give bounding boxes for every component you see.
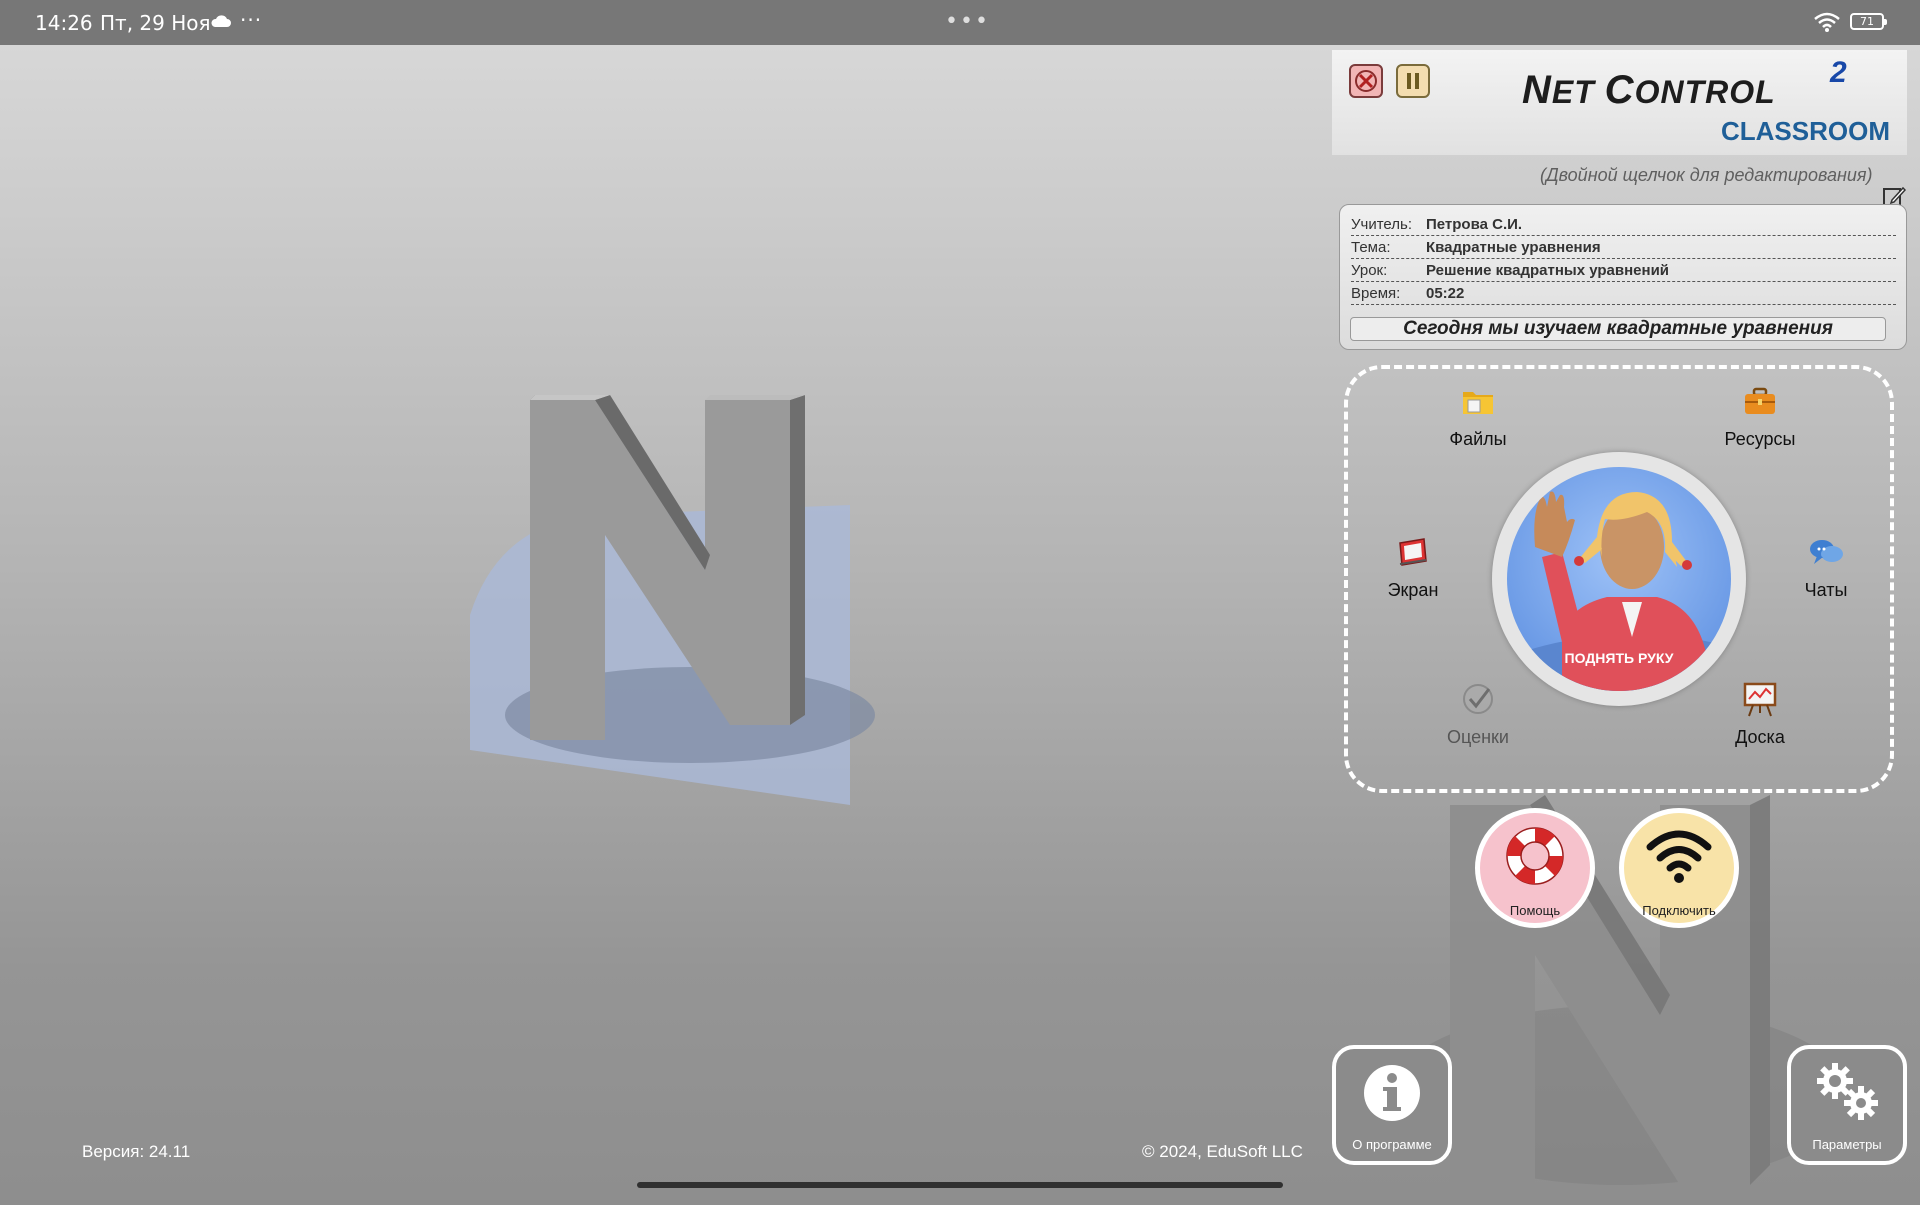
settings-button[interactable]: Параметры [1787,1045,1907,1165]
info-icon [1364,1065,1420,1121]
close-icon [1355,70,1377,92]
board-button[interactable]: Доска [1700,680,1820,748]
info-label: Учитель: [1351,216,1413,233]
raise-hand-button[interactable]: ПОДНЯТЬ РУКУ [1492,452,1746,706]
multitask-dots-icon[interactable]: ••• [945,9,990,34]
raise-hand-label: ПОДНЯТЬ РУКУ [1564,650,1674,666]
chat-icon [1810,540,1843,564]
lesson-value: Решение квадратных уравнений [1426,262,1670,279]
lifebuoy-icon [1506,827,1564,885]
screen-icon [1399,538,1427,566]
files-button[interactable]: Файлы [1418,382,1538,450]
info-row-lesson: Урок: Решение квадратных уравнений [1351,259,1896,282]
about-label: О программе [1352,1137,1432,1152]
briefcase-icon [1745,387,1775,414]
brand-subtitle: CLASSROOM [1721,116,1890,146]
copyright-text: © 2024, EduSoft LLC [1142,1142,1303,1161]
checkmark-icon [1463,684,1493,714]
grades-label: Оценки [1447,727,1509,747]
cloud-icon [211,15,231,27]
files-label: Файлы [1449,429,1507,449]
version-text: Версия: 24.11 [82,1142,191,1161]
close-button[interactable] [1349,64,1383,98]
pause-icon [1407,73,1419,89]
teacher-value: Петрова С.И. [1426,216,1523,233]
connect-label: Подключить [1642,903,1716,918]
brand-superscript: 2 [1830,56,1847,89]
info-label: Время: [1351,285,1401,302]
status-date: Пт, 29 Ноя [100,11,211,35]
info-row-time: Время: 05:22 [1351,282,1896,305]
time-value: 05:22 [1426,285,1465,302]
netcontrol-n-logo [470,395,875,805]
status-bar: 14:26 Пт, 29 Ноя ··· ••• 71 [0,0,1920,45]
wifi-icon [1646,830,1712,883]
lesson-info-card[interactable]: Учитель: Петрова С.И. Тема: Квадратные у… [1339,204,1907,350]
settings-label: Параметры [1812,1137,1882,1152]
info-row-teacher: Учитель: Петрова С.И. [1351,213,1896,236]
status-more-icon[interactable]: ··· [240,8,262,32]
help-button[interactable]: Помощь [1475,808,1595,928]
topic-value: Квадратные уравнения [1426,239,1601,256]
screen-label: Экран [1387,580,1439,600]
home-indicator[interactable] [637,1182,1283,1188]
pause-button[interactable] [1396,64,1430,98]
battery-icon: 71 [1850,13,1887,30]
grades-button[interactable]: Оценки [1418,680,1538,748]
info-label: Урок: [1351,262,1388,279]
chats-button[interactable]: Чаты [1766,533,1886,601]
edit-hint: (Двойной щелчок для редактирования) [1540,165,1873,185]
board-label: Доска [1735,727,1785,747]
screen-button[interactable]: Экран [1353,533,1473,601]
info-row-topic: Тема: Квадратные уравнения [1351,236,1896,259]
brand-header: NET CONTROL 2 CLASSROOM [1332,50,1907,155]
help-label: Помощь [1509,903,1561,918]
connect-button[interactable]: Подключить [1619,808,1739,928]
brand-title: NET CONTROL [1522,68,1776,112]
main-area: NET CONTROL 2 CLASSROOM (Двойной щелчок … [0,45,1920,1200]
whiteboard-icon [1743,682,1777,717]
gear-icon [1817,1063,1878,1120]
chats-label: Чаты [1804,580,1848,600]
resources-button[interactable]: Ресурсы [1700,382,1820,450]
info-label: Тема: [1351,239,1391,256]
about-button[interactable]: О программе [1332,1045,1452,1165]
folder-icon [1463,392,1493,414]
resources-label: Ресурсы [1724,429,1796,449]
wifi-status-icon [1814,12,1840,32]
lesson-message: Сегодня мы изучаем квадратные уравнения [1350,317,1886,341]
status-time: 14:26 [35,11,93,35]
